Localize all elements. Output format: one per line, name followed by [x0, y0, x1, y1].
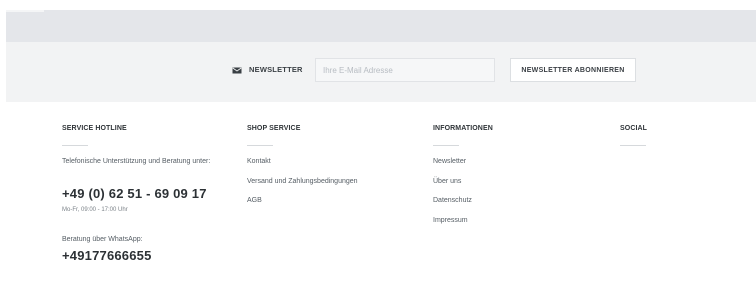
service-hotline-title: SERVICE HOTLINE: [62, 125, 127, 132]
hotline-hours: Mo-Fr, 09:00 - 17:00 Uhr: [62, 207, 128, 213]
top-banner-block: [6, 10, 756, 42]
newsletter-subscribe-button[interactable]: NEWSLETTER ABONNIEREN: [510, 58, 636, 82]
hotline-description: Telefonische Unterstützung und Beratung …: [62, 158, 211, 165]
newsletter-label: NEWSLETTER: [249, 65, 303, 74]
link-ueber-uns[interactable]: Über uns: [433, 178, 461, 185]
informationen-divider: [433, 145, 459, 146]
hotline-phone-number[interactable]: +49 (0) 62 51 - 69 09 17: [62, 186, 207, 201]
service-hotline-divider: [62, 145, 88, 146]
social-title: SOCIAL: [620, 125, 648, 132]
link-kontakt[interactable]: Kontakt: [247, 158, 271, 165]
link-versand-zahlungsbedingungen[interactable]: Versand und Zahlungsbedingungen: [247, 178, 358, 185]
envelope-icon: [232, 67, 242, 74]
link-agb[interactable]: AGB: [247, 197, 262, 204]
whatsapp-number[interactable]: +49177666655: [62, 248, 152, 263]
link-datenschutz[interactable]: Datenschutz: [433, 197, 472, 204]
link-impressum[interactable]: Impressum: [433, 217, 468, 224]
social-divider: [620, 145, 646, 146]
informationen-title: INFORMATIONEN: [433, 125, 493, 132]
top-banner-strip: [0, 0, 756, 42]
whatsapp-label: Beratung über WhatsApp:: [62, 236, 143, 243]
shop-service-divider: [247, 145, 273, 146]
top-banner-tab: [6, 10, 44, 12]
shop-service-title: SHOP SERVICE: [247, 125, 301, 132]
link-newsletter[interactable]: Newsletter: [433, 158, 466, 165]
newsletter-email-input[interactable]: [315, 58, 495, 82]
